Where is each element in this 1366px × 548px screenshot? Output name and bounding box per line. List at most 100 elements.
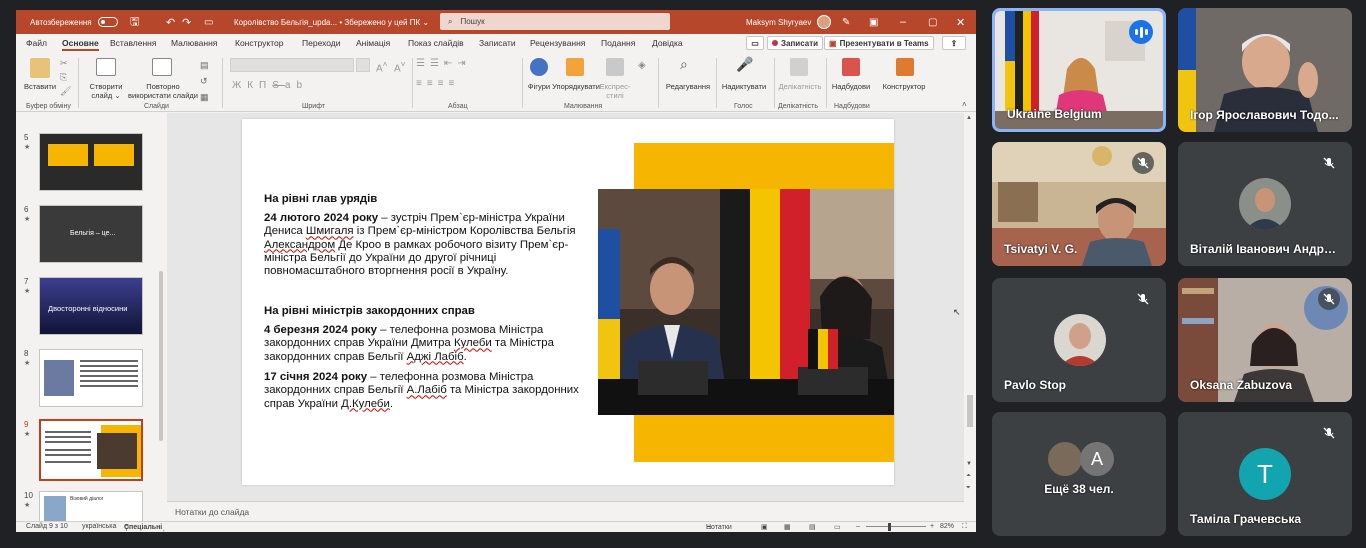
new-slide-label[interactable]: Створити слайд ⌄: [84, 82, 128, 100]
paste-label[interactable]: Вставити: [22, 82, 58, 91]
dictate-label[interactable]: Надиктувати: [718, 82, 770, 91]
slide-thumbnail-9-selected[interactable]: [39, 419, 143, 481]
cut-icon[interactable]: ✂: [60, 58, 68, 69]
arrange-icon[interactable]: [566, 58, 584, 76]
prev-slide-icon[interactable]: ⏶: [966, 473, 971, 480]
close-icon[interactable]: ✕: [956, 10, 965, 34]
slideshow-icon[interactable]: ▭: [834, 523, 841, 531]
slide-thumbnail-6[interactable]: Бельгія – це...: [39, 205, 143, 263]
designer-label[interactable]: Конструктор: [878, 82, 930, 91]
slide-thumbnail-5[interactable]: [39, 133, 143, 191]
tab-help[interactable]: Довідка: [652, 38, 683, 48]
scroll-up-icon[interactable]: ▲: [966, 115, 972, 121]
sensitivity-label[interactable]: Делікатність: [776, 82, 824, 91]
notes-pane[interactable]: Нотатки до слайда: [167, 501, 964, 521]
zoom-out-icon[interactable]: –: [856, 523, 860, 530]
format-painter-icon[interactable]: 🖌: [60, 86, 71, 97]
current-slide[interactable]: На рівні глав урядів 24 лютого 2024 року…: [242, 119, 894, 485]
autosave-toggle[interactable]: Автозбереження: [30, 10, 118, 34]
editing-search-icon[interactable]: ⌕: [680, 56, 688, 73]
normal-view-icon[interactable]: ▣: [761, 523, 768, 531]
participant-tile-oksana[interactable]: Oksana Zabuzova: [1178, 278, 1352, 402]
scroll-thumb[interactable]: [159, 271, 163, 441]
tab-insert[interactable]: Вставлення: [110, 38, 156, 48]
font-name-box[interactable]: [230, 58, 354, 72]
document-title[interactable]: Королівство Бельгія_upda... • Збережено …: [234, 10, 429, 34]
tab-draw[interactable]: Малювання: [171, 38, 217, 48]
tab-record[interactable]: Записати: [479, 38, 516, 48]
reset-icon[interactable]: ↺: [200, 76, 208, 87]
zoom-slider[interactable]: [866, 526, 926, 527]
microphone-icon[interactable]: 🎤: [736, 56, 753, 73]
add-ins-icon[interactable]: [842, 58, 860, 76]
tab-home[interactable]: Основне: [62, 38, 99, 51]
font-format-icons[interactable]: ЖКПSab: [232, 80, 308, 91]
slide-thumbnail-10[interactable]: Візовий діалог: [39, 491, 143, 521]
tab-design[interactable]: Конструктор: [235, 38, 283, 48]
copy-icon[interactable]: ⎘: [60, 72, 67, 83]
tab-file[interactable]: Файл: [26, 38, 47, 48]
zoom-level[interactable]: 82%: [940, 523, 954, 530]
reading-view-icon[interactable]: ▤: [809, 523, 816, 531]
new-slide-icon[interactable]: [96, 58, 116, 76]
zoom-in-icon[interactable]: +: [930, 523, 934, 530]
editing-label[interactable]: Редагування: [662, 82, 714, 91]
tab-view[interactable]: Подання: [601, 38, 635, 48]
scroll-thumb[interactable]: [967, 395, 973, 427]
record-button[interactable]: Записати: [767, 36, 824, 50]
reuse-slides-icon[interactable]: [152, 58, 172, 76]
add-ins-label[interactable]: Надбудови: [828, 82, 874, 91]
paragraph-list-icons[interactable]: ☰☰⇤⇥: [416, 58, 471, 69]
ribbon-display-icon[interactable]: ▣: [869, 10, 878, 34]
tab-slideshow[interactable]: Показ слайдів: [408, 38, 464, 48]
present-teams-button[interactable]: ▣ Презентувати в Teams: [824, 36, 934, 50]
participant-tile-ukraine-belgium[interactable]: Ukraine Belgium: [992, 8, 1166, 132]
scroll-down-icon[interactable]: ▼: [966, 461, 972, 467]
fit-to-window-icon[interactable]: ⛶: [962, 523, 967, 531]
shape-fill-icon[interactable]: ◈: [638, 60, 646, 71]
zoom-slider-thumb[interactable]: [888, 523, 891, 531]
minimize-icon[interactable]: –: [900, 10, 906, 34]
slide-sorter-icon[interactable]: ▦: [784, 523, 791, 531]
quick-styles-icon[interactable]: [606, 58, 624, 76]
comments-icon[interactable]: ▭: [746, 36, 764, 50]
slide-thumbnail-7[interactable]: Двосторонні відносини: [39, 277, 143, 335]
paragraph-align-icons[interactable]: ≡≡≡≡: [416, 78, 459, 89]
participant-tile-tsivatyi[interactable]: Tsivatyi V. G.: [992, 142, 1166, 266]
participant-tile-vitaliy[interactable]: Віталій Іванович Андре...: [1178, 142, 1352, 266]
shapes-label[interactable]: Фігури: [522, 82, 556, 91]
search-box[interactable]: ⌕ Пошук: [440, 13, 670, 30]
arrange-label[interactable]: Упорядкувати: [552, 82, 600, 91]
grow-font-icon[interactable]: A˄: [376, 59, 388, 74]
tab-transitions[interactable]: Переходи: [302, 38, 341, 48]
tab-review[interactable]: Рецензування: [530, 38, 585, 48]
slide-thumbnail-8[interactable]: [39, 349, 143, 407]
collapse-ribbon-icon[interactable]: ˄: [962, 100, 967, 109]
undo-icon[interactable]: ↶: [166, 10, 175, 34]
quick-styles-label[interactable]: Експрес-стилі: [598, 82, 632, 100]
participant-tile-pavlo[interactable]: Pavlo Stop: [992, 278, 1166, 402]
share-icon[interactable]: ⇪: [942, 36, 966, 50]
account-area[interactable]: Maksym Shyryaev: [746, 10, 832, 34]
shrink-font-icon[interactable]: A˅: [394, 59, 406, 74]
save-icon[interactable]: 🖫: [130, 10, 139, 34]
thumbnail-scrollbar[interactable]: [158, 121, 164, 521]
slide-scrollbar[interactable]: ▲ ▼ ⏶ ⏷: [964, 113, 976, 501]
participant-tile-igor[interactable]: Ігор Ярославович Тодо...: [1178, 8, 1352, 132]
participant-tile-others[interactable]: A Ещё 38 чел.: [992, 412, 1166, 536]
redo-icon[interactable]: ↷: [182, 10, 191, 34]
designer-icon[interactable]: [896, 58, 914, 76]
paste-icon[interactable]: [30, 58, 50, 78]
maximize-icon[interactable]: ▢: [928, 10, 937, 34]
reuse-slides-label[interactable]: Повторно використати слайди: [128, 82, 198, 100]
next-slide-icon[interactable]: ⏷: [966, 485, 971, 492]
present-icon[interactable]: ▭: [204, 10, 213, 34]
layout-icon[interactable]: ▤: [200, 60, 209, 71]
participant-tile-tamila[interactable]: T Таміла Грачевська: [1178, 412, 1352, 536]
section-icon[interactable]: ▦: [200, 92, 209, 103]
shapes-icon[interactable]: [530, 58, 548, 76]
pen-icon[interactable]: ✎: [842, 10, 850, 34]
language-indicator[interactable]: українська: [82, 523, 116, 530]
tab-animations[interactable]: Анімація: [356, 38, 390, 48]
sensitivity-icon[interactable]: [790, 58, 808, 76]
